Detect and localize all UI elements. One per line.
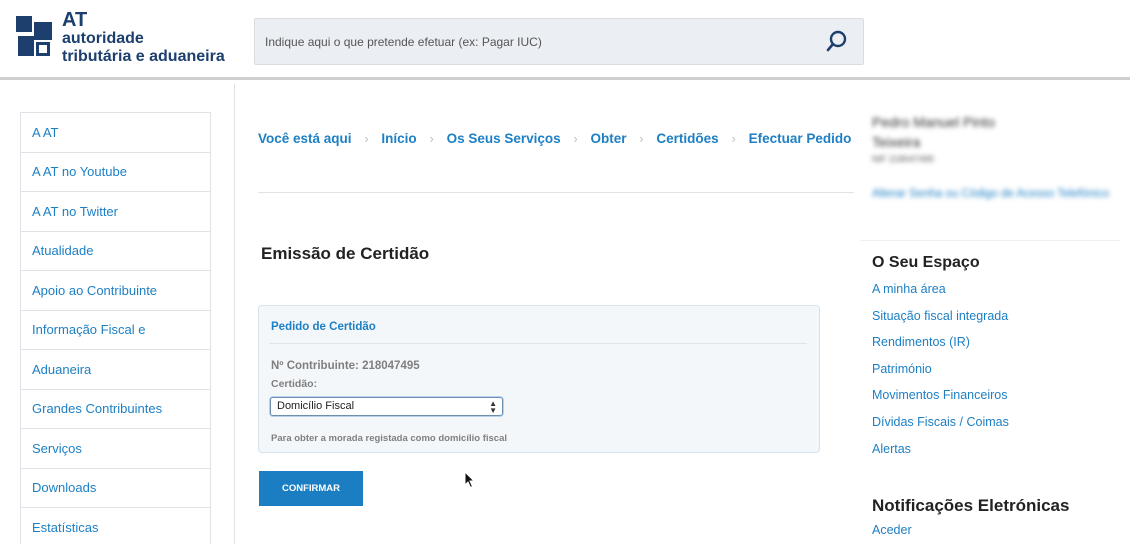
right-divider — [860, 240, 1120, 241]
link-movimentos-financeiros[interactable]: Movimentos Financeiros — [872, 382, 1009, 409]
breadcrumb-separator: › — [639, 131, 644, 146]
breadcrumb-inicio[interactable]: Início — [381, 131, 416, 146]
left-nav-item-label: Estatísticas — [32, 519, 99, 535]
breadcrumb-certidoes[interactable]: Certidões — [656, 131, 718, 146]
certidao-select-value: Domicílio Fiscal — [277, 400, 355, 412]
panel-title: Pedido de Certidão — [271, 321, 376, 333]
left-nav-item-label: A AT no Twitter — [32, 203, 118, 219]
at-logo-mark-icon — [14, 12, 56, 60]
page: AT autoridade tributária e aduaneira A A… — [0, 0, 1130, 544]
search-icon[interactable] — [823, 28, 851, 56]
notificacoes-links: Aceder — [872, 517, 912, 544]
left-nav-item-label: Downloads — [32, 480, 97, 496]
left-nav: A AT A AT no Youtube A AT no Twitter Atu… — [20, 112, 211, 544]
left-nav-item-grandes-contribuintes[interactable]: Grandes Contribuintes — [21, 389, 210, 429]
user-name: Pedro Manuel Pinto Teixeira — [872, 114, 995, 150]
left-nav-item-servicos[interactable]: Serviços — [21, 429, 210, 469]
taxpayer-number: Nº Contribuinte: 218047495 — [271, 360, 420, 372]
certidao-select-label: Certidão: — [271, 378, 318, 390]
left-nav-item-label: Serviços — [32, 440, 82, 456]
logo-text: AT autoridade tributária e aduaneira — [62, 9, 225, 65]
certidao-request-panel: Pedido de Certidão Nº Contribuinte: 2180… — [258, 305, 820, 453]
link-dividas-fiscais[interactable]: Dívidas Fiscais / Coimas — [872, 409, 1009, 436]
left-nav-item-informacao-fiscal[interactable]: Informação Fiscal e — [21, 310, 210, 350]
breadcrumb-intro: Você está aqui — [258, 131, 352, 146]
left-nav-item-twitter[interactable]: A AT no Twitter — [21, 192, 210, 232]
link-rendimentos[interactable]: Rendimentos (IR) — [872, 329, 1009, 356]
certidao-hint: Para obter a morada registada como domic… — [271, 433, 507, 444]
column-divider — [234, 84, 235, 544]
left-nav-item-label: Informação Fiscal e — [32, 322, 146, 338]
logo-line-3: tributária e aduaneira — [62, 48, 225, 65]
panel-divider — [269, 343, 807, 344]
o-seu-espaco-links: A minha área Situação fiscal integrada R… — [872, 276, 1009, 462]
left-nav-item-label: Grandes Contribuintes — [32, 401, 163, 417]
breadcrumb-separator: › — [364, 131, 369, 146]
logo-line-1: AT — [62, 9, 88, 31]
certidao-select[interactable]: Domicílio Fiscal ▲ ▼ — [270, 397, 503, 416]
breadcrumb-divider — [258, 192, 854, 193]
breadcrumb-seus-servicos[interactable]: Os Seus Serviços — [447, 131, 561, 146]
left-nav-item-youtube[interactable]: A AT no Youtube — [21, 152, 210, 192]
link-aceder[interactable]: Aceder — [872, 517, 912, 544]
left-nav-item-apoio[interactable]: Apoio ao Contribuinte — [21, 271, 210, 311]
breadcrumb-efectuar-pedido[interactable]: Efectuar Pedido — [749, 131, 852, 146]
page-title: Emissão de Certidão — [261, 244, 430, 263]
left-nav-item-label: Apoio ao Contribuinte — [32, 282, 158, 298]
link-alertas[interactable]: Alertas — [872, 436, 1009, 463]
notificacoes-title: Notificações Eletrónicas — [872, 496, 1070, 515]
breadcrumb: Você está aqui › Início › Os Seus Serviç… — [258, 122, 858, 156]
logo-line-2: autoridade — [62, 30, 144, 47]
left-nav-item-label: A AT no Youtube — [32, 164, 127, 180]
user-account-link[interactable]: Alterar Senha ou Código de Acesso Telefó… — [872, 182, 1112, 206]
left-nav-item-label: Aduaneira — [32, 361, 92, 377]
left-nav-item-label: A AT — [32, 124, 59, 140]
link-a-minha-area[interactable]: A minha área — [872, 276, 1009, 303]
user-id: NIF 218047495 — [872, 154, 935, 164]
left-nav-item-a-at[interactable]: A AT — [21, 113, 210, 153]
left-nav-item-estatisticas[interactable]: Estatísticas — [21, 508, 210, 544]
select-arrows-icon: ▲ ▼ — [489, 399, 497, 415]
breadcrumb-obter[interactable]: Obter — [591, 131, 627, 146]
breadcrumb-separator: › — [731, 131, 736, 146]
o-seu-espaco-title: O Seu Espaço — [872, 254, 980, 271]
search-box — [254, 18, 864, 65]
search-input[interactable] — [265, 31, 805, 53]
mouse-pointer-icon — [464, 470, 476, 494]
at-logo[interactable]: AT autoridade tributária e aduaneira — [14, 9, 225, 65]
link-situacao-fiscal[interactable]: Situação fiscal integrada — [872, 303, 1009, 330]
left-nav-item-atualidade[interactable]: Atualidade — [21, 231, 210, 271]
header: AT autoridade tributária e aduaneira — [0, 0, 1130, 80]
breadcrumb-separator: › — [429, 131, 434, 146]
left-nav-item-label: Atualidade — [32, 243, 94, 259]
left-nav-item-aduaneira[interactable]: Aduaneira — [21, 350, 210, 390]
confirm-button[interactable]: CONFIRMAR — [259, 471, 363, 506]
left-nav-item-downloads[interactable]: Downloads — [21, 468, 210, 508]
link-patrimonio[interactable]: Património — [872, 356, 1009, 383]
breadcrumb-separator: › — [573, 131, 578, 146]
